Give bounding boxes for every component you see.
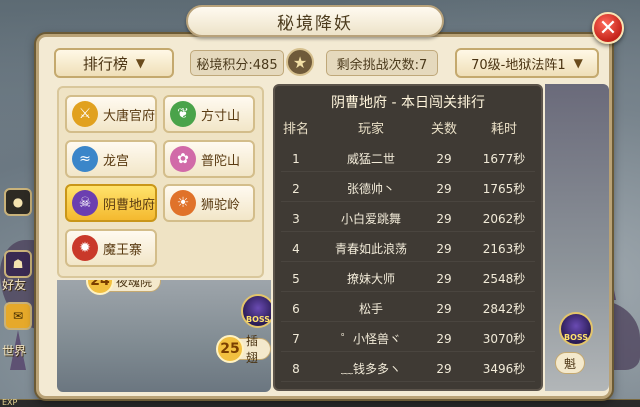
school-button[interactable]: ✹ 魔王寨 — [65, 229, 157, 267]
ranking-cell-time: 2062秒 — [482, 212, 526, 226]
ranking-cell-time: 2163秒 — [482, 242, 526, 256]
remaining-challenges: 剩余挑战次数:7 — [326, 50, 438, 76]
ranking-cell-player: 小白爱跳舞 — [340, 212, 401, 226]
chevron-down-icon: ▼ — [573, 56, 583, 70]
ranking-cell-time: 2548秒 — [482, 272, 526, 286]
wave-emblem-icon: ≈ — [72, 146, 98, 172]
header-rank: 排名 — [282, 122, 309, 137]
level-dropdown-label: 70级-地狱法阵1 — [471, 57, 566, 73]
ranking-cell-player: 松手 — [358, 302, 383, 316]
header-passes: 关数 — [430, 122, 457, 137]
ranking-cell-rank: 8 — [292, 362, 300, 376]
school-button[interactable]: ❦ 方寸山 — [163, 95, 255, 133]
school-name: 方寸山 — [201, 108, 241, 124]
header-player: 玩家 — [357, 122, 384, 137]
leaf-emblem-icon: ❦ — [170, 101, 196, 127]
character-avatar[interactable]: ☗ — [4, 250, 32, 278]
ranking-dropdown[interactable]: 排行榜 ▼ — [54, 48, 174, 78]
school-name: 大唐官府 — [103, 108, 156, 124]
ranking-cell-passes: 29 — [436, 302, 452, 316]
ranking-row[interactable]: 7 ゜小怪兽ヾ 29 3070秒 — [275, 326, 541, 352]
ranking-row[interactable]: 3 小白爱跳舞 29 2062秒 — [275, 206, 541, 232]
school-name: 龙宫 — [103, 153, 130, 169]
map-stage-25[interactable]: 25 插翅 — [216, 334, 271, 365]
ranking-cell-rank: 3 — [292, 212, 300, 226]
school-name: 普陀山 — [201, 153, 241, 169]
school-button[interactable]: ✿ 普陀山 — [163, 140, 255, 178]
ranking-cell-time: 3070秒 — [482, 332, 526, 346]
lion-emblem-icon: ☀ — [170, 190, 196, 216]
ranking-cell-passes: 29 — [436, 242, 452, 256]
ranking-cell-rank: 5 — [292, 272, 300, 286]
left-hud: ● ☗ 好友 ✉ 世界 — [0, 0, 40, 407]
exp-label: EXP — [2, 398, 18, 407]
level-dropdown[interactable]: 70级-地狱法阵1 ▼ — [455, 48, 599, 78]
close-button[interactable]: ✕ — [592, 12, 624, 44]
ranking-cell-time: 2842秒 — [482, 302, 526, 316]
friends-label[interactable]: 好友 — [2, 276, 26, 293]
panel-title: 秘境降妖 — [186, 5, 444, 37]
sword-emblem-icon: ⚔ — [72, 101, 98, 127]
school-button[interactable]: ☀ 狮驼岭 — [163, 184, 255, 222]
ranking-header: 排名 玩家 关数 耗时 — [275, 118, 541, 140]
map-stage-24[interactable]: 24 夜魂院 — [86, 280, 162, 295]
star-icon[interactable]: ★ — [286, 48, 314, 76]
ranking-cell-rank: 7 — [292, 332, 300, 346]
ranking-row[interactable]: 1 威猛二世 29 1677秒 — [275, 146, 541, 172]
ranking-dropdown-label: 排行榜 — [82, 54, 128, 73]
boss-badge[interactable]: BOSS — [559, 312, 593, 346]
ranking-panel: 阴曹地府 - 本日闯关排行 排名 玩家 关数 耗时 1 威猛二世 29 1677秒 2 张… — [273, 84, 543, 391]
ranking-cell-player: 张德帅丶 — [346, 182, 395, 196]
ranking-cell-time: 1677秒 — [482, 152, 526, 166]
boss-badge[interactable]: BOSS — [241, 294, 271, 328]
ranking-cell-player: 撩妹大师 — [346, 272, 395, 286]
map-stage-label[interactable]: 魁 — [555, 352, 586, 374]
world-channel-label[interactable]: 世界 — [2, 342, 26, 359]
pet-icon[interactable]: ● — [4, 188, 32, 216]
ranking-cell-passes: 29 — [436, 272, 452, 286]
ranking-cell-passes: 29 — [436, 332, 452, 346]
school-button[interactable]: ☠ 阴曹地府 — [65, 184, 157, 222]
map-area-bottom-left: 24 夜魂院 BOSS 25 插翅 — [57, 280, 271, 392]
demon-emblem-icon: ✹ — [72, 235, 98, 261]
chevron-down-icon: ▼ — [135, 56, 146, 70]
ranking-cell-time: 3496秒 — [482, 362, 526, 376]
ranking-cell-rank: 2 — [292, 182, 300, 196]
ranking-cell-passes: 29 — [436, 362, 452, 376]
school-name: 狮驼岭 — [201, 197, 241, 213]
exp-bar: EXP — [0, 398, 640, 407]
header-time: 耗时 — [490, 122, 517, 137]
ranking-title: 阴曹地府 - 本日闯关排行 — [331, 95, 485, 111]
school-name: 魔王寨 — [103, 242, 143, 258]
realm-score: 秘境积分:485 — [190, 50, 284, 76]
ranking-row[interactable]: 2 张德帅丶 29 1765秒 — [275, 176, 541, 202]
ranking-row[interactable]: 6 松手 29 2842秒 — [275, 296, 541, 322]
ranking-cell-rank: 1 — [292, 152, 300, 166]
ranking-cell-player: ﹏钱多多ヽ — [340, 362, 401, 376]
ranking-cell-player: 青春如此浪荡 — [334, 242, 407, 256]
map-area-right: BOSS 魁 — [545, 84, 609, 391]
ranking-cell-player: 威猛二世 — [346, 152, 395, 166]
school-button[interactable]: ⚔ 大唐官府 — [65, 95, 157, 133]
ranking-cell-passes: 29 — [436, 182, 452, 196]
ranking-cell-time: 1765秒 — [482, 182, 526, 196]
ranking-cell-player: ゜小怪兽ヾ — [340, 332, 401, 346]
skull-emblem-icon: ☠ — [72, 190, 98, 216]
school-name: 阴曹地府 — [103, 197, 156, 213]
lotus-emblem-icon: ✿ — [170, 146, 196, 172]
ranking-cell-rank: 6 — [292, 302, 300, 316]
ranking-row[interactable]: 8 ﹏钱多多ヽ 29 3496秒 — [275, 356, 541, 382]
chat-icon[interactable]: ✉ — [4, 302, 32, 330]
ranking-row[interactable]: 5 撩妹大师 29 2548秒 — [275, 266, 541, 292]
ranking-cell-passes: 29 — [436, 212, 452, 226]
school-button[interactable]: ≈ 龙宫 — [65, 140, 157, 178]
ranking-cell-passes: 29 — [436, 152, 452, 166]
ranking-row[interactable]: 4 青春如此浪荡 29 2163秒 — [275, 236, 541, 262]
ranking-cell-rank: 4 — [292, 242, 300, 256]
